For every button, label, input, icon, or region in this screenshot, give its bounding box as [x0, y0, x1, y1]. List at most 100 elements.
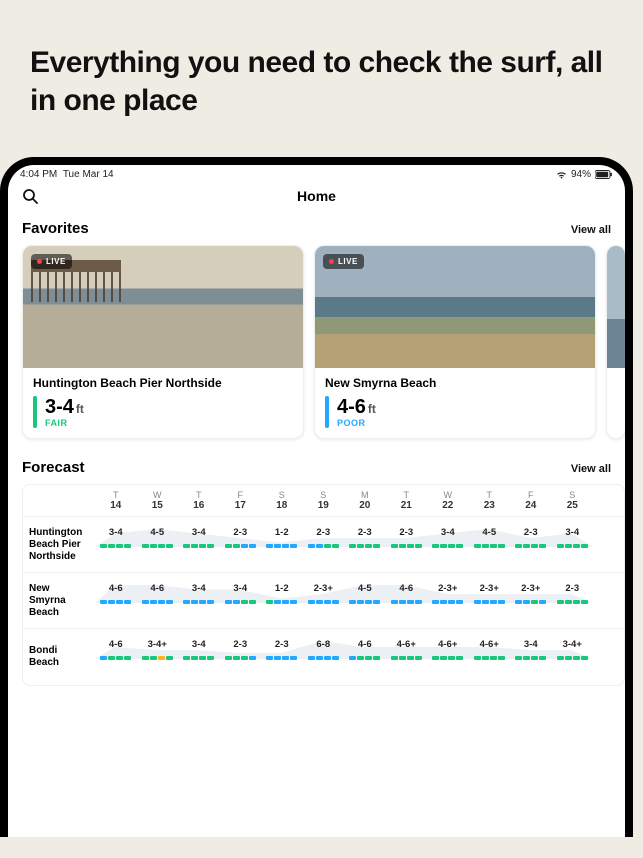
favorite-card-peek[interactable] — [606, 245, 625, 439]
forecast-cell[interactable]: 3-4 — [552, 517, 594, 572]
favorite-card[interactable]: LIVE New Smyrna Beach 4-6 ft POOR — [314, 245, 596, 439]
condition-chips — [510, 656, 552, 660]
forecast-cell[interactable]: 3-4 — [95, 517, 137, 572]
forecast-value: 2-3 — [303, 527, 345, 538]
condition-label: POOR — [337, 418, 376, 428]
forecast-spot-name: Huntington Beach Pier Northside — [23, 517, 95, 572]
forecast-title: Forecast — [22, 459, 85, 476]
forecast-cell[interactable]: 2-3 — [303, 517, 345, 572]
forecast-cell[interactable]: 2-3 — [261, 629, 303, 685]
condition-chips — [137, 600, 179, 604]
favorite-card[interactable]: LIVE Huntington Beach Pier Northside 3-4… — [22, 245, 304, 439]
forecast-cell[interactable]: 4-6+ — [427, 629, 469, 685]
condition-chips — [552, 600, 594, 604]
condition-chips — [220, 544, 262, 548]
forecast-cell[interactable]: 2-3+ — [427, 573, 469, 628]
forecast-cell[interactable]: 4-6+ — [386, 629, 428, 685]
live-badge: LIVE — [323, 254, 364, 269]
condition-chips — [95, 544, 137, 548]
cam-thumbnail: LIVE — [315, 246, 595, 368]
forecast-row[interactable]: Bondi Beach4-63-4+3-42-32-36-84-64-6+4-6… — [23, 629, 624, 685]
forecast-cell[interactable]: 2-3 — [344, 517, 386, 572]
wave-height-unit: ft — [368, 402, 376, 416]
condition-chips — [303, 544, 345, 548]
forecast-cell[interactable]: 3-4+ — [552, 629, 594, 685]
forecast-cell[interactable]: 2-3 — [220, 517, 262, 572]
forecast-cell[interactable]: 3-4+ — [137, 629, 179, 685]
forecast-cell[interactable]: 2-3+ — [303, 573, 345, 628]
forecast-cell[interactable]: 4-6 — [95, 573, 137, 628]
forecast-cell[interactable]: 2-3+ — [469, 573, 511, 628]
forecast-value: 2-3 — [510, 527, 552, 538]
forecast-value: 3-4 — [510, 639, 552, 650]
condition-chips — [427, 656, 469, 660]
forecast-cell[interactable]: 3-4 — [427, 517, 469, 572]
forecast-cell[interactable]: 6-8 — [303, 629, 345, 685]
condition-chips — [510, 600, 552, 604]
forecast-day-header: M20 — [344, 485, 386, 516]
forecast-cell[interactable]: 4-6 — [344, 629, 386, 685]
forecast-cell[interactable]: 3-4 — [220, 573, 262, 628]
forecast-day-header: S19 — [303, 485, 345, 516]
forecast-row[interactable]: New Smyrna Beach4-64-63-43-41-22-3+4-54-… — [23, 573, 624, 629]
forecast-value: 3-4 — [427, 527, 469, 538]
forecast-value: 4-6 — [95, 583, 137, 594]
forecast-value: 4-6 — [95, 639, 137, 650]
favorites-view-all[interactable]: View all — [571, 224, 611, 236]
status-bar: 4:04 PM Tue Mar 14 94% — [8, 165, 625, 182]
forecast-day-header: S18 — [261, 485, 303, 516]
forecast-view-all[interactable]: View all — [571, 463, 611, 475]
forecast-day-header: T23 — [469, 485, 511, 516]
forecast-value: 2-3+ — [303, 583, 345, 594]
spot-name: New Smyrna Beach — [325, 376, 585, 390]
forecast-cell[interactable]: 2-3+ — [510, 573, 552, 628]
forecast-table[interactable]: T14W15T16F17S18S19M20T21W22T23F24S25 Hun… — [8, 484, 625, 686]
forecast-day-header: W22 — [427, 485, 469, 516]
forecast-spot-name: New Smyrna Beach — [23, 573, 95, 628]
condition-chips — [552, 544, 594, 548]
forecast-cell[interactable]: 1-2 — [261, 573, 303, 628]
forecast-cell[interactable]: 2-3 — [510, 517, 552, 572]
forecast-cell[interactable]: 3-4 — [178, 573, 220, 628]
forecast-cell[interactable]: 3-4 — [510, 629, 552, 685]
forecast-cell[interactable]: 4-6 — [95, 629, 137, 685]
forecast-cell[interactable]: 3-4 — [178, 629, 220, 685]
forecast-cell[interactable]: 4-5 — [137, 517, 179, 572]
forecast-value: 6-8 — [303, 639, 345, 650]
search-icon[interactable] — [22, 188, 38, 204]
forecast-cell[interactable]: 3-4 — [178, 517, 220, 572]
forecast-day-header: S25 — [552, 485, 594, 516]
status-right: 94% — [556, 169, 613, 180]
forecast-cell[interactable]: 2-3 — [552, 573, 594, 628]
spot-name: Huntington Beach Pier Northside — [33, 376, 293, 390]
forecast-value: 4-6+ — [386, 639, 428, 650]
forecast-cell[interactable]: 2-3 — [386, 517, 428, 572]
condition-chips — [137, 656, 179, 660]
forecast-day-header: T21 — [386, 485, 428, 516]
forecast-cell[interactable]: 4-6 — [137, 573, 179, 628]
forecast-cell[interactable]: 4-6+ — [469, 629, 511, 685]
forecast-spot-name: Bondi Beach — [23, 629, 95, 685]
forecast-day-header: T14 — [95, 485, 137, 516]
wave-height: 3-4 — [45, 396, 74, 419]
forecast-cell[interactable]: 4-6 — [386, 573, 428, 628]
forecast-value: 4-6 — [137, 583, 179, 594]
condition-chips — [427, 544, 469, 548]
app-screen: 4:04 PM Tue Mar 14 94% Home Favorites Vi… — [8, 165, 625, 837]
forecast-cell[interactable]: 4-5 — [469, 517, 511, 572]
forecast-value: 1-2 — [261, 583, 303, 594]
forecast-value: 4-5 — [344, 583, 386, 594]
forecast-cell[interactable]: 2-3 — [220, 629, 262, 685]
favorites-scroll[interactable]: LIVE Huntington Beach Pier Northside 3-4… — [8, 245, 625, 453]
status-time-date: 4:04 PM Tue Mar 14 — [20, 169, 114, 180]
cam-thumbnail — [607, 246, 625, 368]
forecast-value: 4-6 — [386, 583, 428, 594]
condition-chips — [178, 600, 220, 604]
condition-chips — [95, 656, 137, 660]
forecast-value: 3-4+ — [552, 639, 594, 650]
forecast-header: Forecast View all — [8, 453, 625, 484]
forecast-cell[interactable]: 4-5 — [344, 573, 386, 628]
forecast-row[interactable]: Huntington Beach Pier Northside3-44-53-4… — [23, 517, 624, 573]
forecast-cell[interactable]: 1-2 — [261, 517, 303, 572]
wifi-icon — [556, 171, 567, 179]
